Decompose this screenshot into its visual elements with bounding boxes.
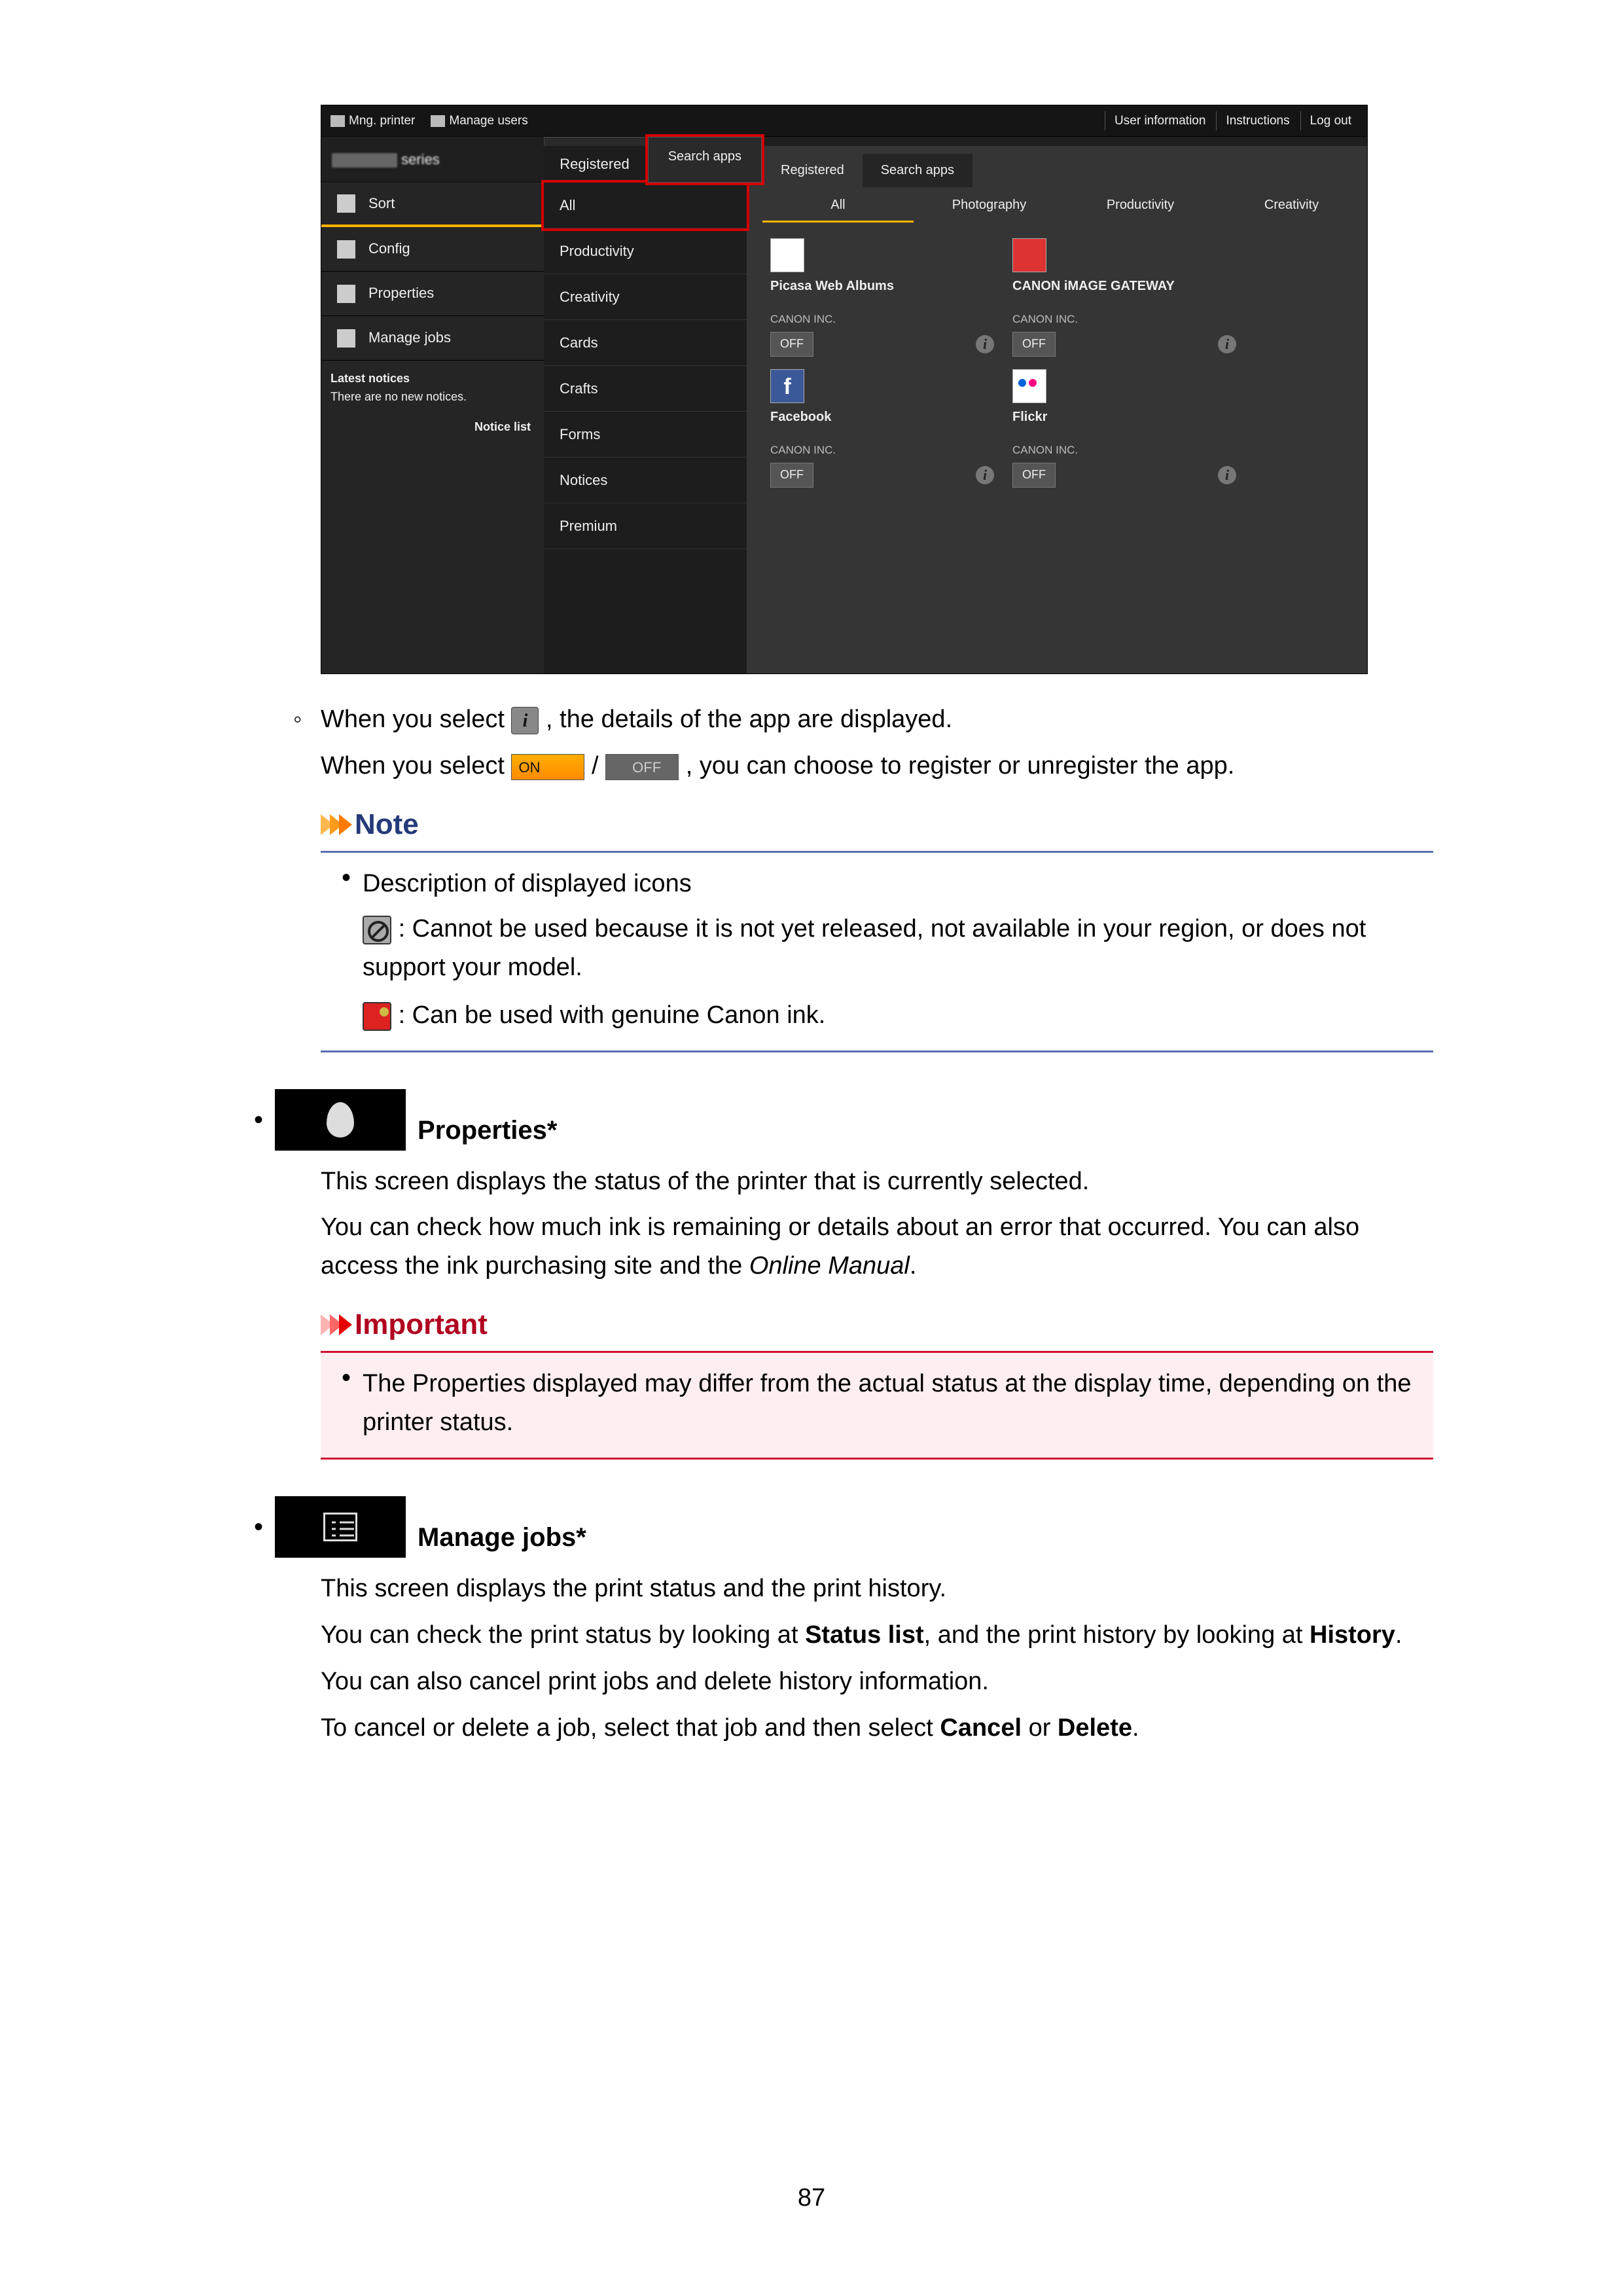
- sidebar: Sort Config Properties Manage jobs Lates…: [321, 183, 544, 673]
- on-toggle-icon: ON: [511, 754, 584, 780]
- app-name: Picasa Web Albums: [770, 272, 994, 299]
- info-icon[interactable]: i: [976, 466, 994, 484]
- rcat-photography[interactable]: Photography: [914, 190, 1065, 223]
- app-name: Facebook: [770, 403, 994, 430]
- mng-printer-link[interactable]: Mng. printer: [330, 111, 415, 130]
- app-vendor: CANON INC.: [770, 430, 994, 459]
- logout-link[interactable]: Log out: [1300, 111, 1361, 130]
- no-notices-text: There are no new notices.: [330, 388, 531, 406]
- canon-ink-icon: [363, 1002, 391, 1031]
- rtab-search-apps[interactable]: Search apps: [863, 154, 972, 187]
- app-vendor: CANON INC.: [770, 299, 994, 328]
- app-card: Flickr CANON INC. OFF i: [1003, 363, 1245, 493]
- info-icon[interactable]: i: [1218, 466, 1236, 484]
- list-icon: [337, 329, 355, 348]
- app-thumb: [1012, 238, 1046, 272]
- sidebar-config[interactable]: Config: [321, 227, 544, 272]
- prop-p1: This screen displays the status of the p…: [321, 1162, 1433, 1201]
- category-column: Registered All Productivity Creativity C…: [544, 146, 747, 673]
- sidebar-properties[interactable]: Properties: [321, 272, 544, 316]
- printer-series: series: [321, 137, 544, 183]
- sort-icon: [337, 194, 355, 213]
- sidebar-manage-jobs[interactable]: Manage jobs: [321, 316, 544, 361]
- app-vendor: CANON INC.: [1012, 299, 1236, 328]
- info-icon: i: [511, 707, 539, 734]
- note-header: Note: [321, 802, 1433, 847]
- note-p1: : Cannot be used because it is not yet r…: [363, 915, 1366, 981]
- config-icon: [337, 240, 355, 259]
- toggle-off-button[interactable]: OFF: [1012, 463, 1056, 488]
- off-toggle-icon: OFF: [605, 754, 679, 780]
- notice-list-link[interactable]: Notice list: [330, 406, 531, 437]
- midtab-registered[interactable]: Registered: [544, 146, 645, 183]
- toggle-off-button[interactable]: OFF: [770, 463, 813, 488]
- note-li: Description of displayed icons: [363, 870, 692, 897]
- users-icon: [431, 115, 445, 127]
- toggle-off-button[interactable]: OFF: [1012, 332, 1056, 357]
- printer-icon: [330, 115, 345, 127]
- ink-drop-icon: [327, 1102, 354, 1138]
- rcat-creativity[interactable]: Creativity: [1216, 190, 1367, 223]
- app-thumb: [770, 238, 804, 272]
- tab-search-apps[interactable]: Search apps: [648, 137, 762, 183]
- rtab-registered[interactable]: Registered: [762, 154, 863, 187]
- category-cards[interactable]: Cards: [544, 320, 747, 366]
- manage-jobs-header: Manage jobs*: [281, 1496, 1433, 1558]
- info-icon[interactable]: i: [976, 335, 994, 353]
- app-name: Flickr: [1012, 403, 1236, 430]
- category-creativity[interactable]: Creativity: [544, 274, 747, 320]
- prohibit-icon: [363, 916, 391, 944]
- category-premium[interactable]: Premium: [544, 503, 747, 549]
- sidebar-sort[interactable]: Sort: [321, 183, 544, 227]
- app-name: CANON iMAGE GATEWAY: [1012, 272, 1236, 299]
- apps-panel: Registered Search apps All Photography P…: [747, 146, 1367, 673]
- note-p2: : Can be used with genuine Canon ink.: [399, 1001, 826, 1029]
- info-icon[interactable]: i: [1218, 335, 1236, 353]
- properties-header: Properties*: [281, 1089, 1433, 1151]
- app-vendor: CANON INC.: [1012, 430, 1236, 459]
- category-forms[interactable]: Forms: [544, 412, 747, 457]
- important-box: The Properties displayed may differ from…: [321, 1351, 1433, 1460]
- important-li: The Properties displayed may differ from…: [363, 1365, 1425, 1442]
- category-notices[interactable]: Notices: [544, 457, 747, 503]
- category-all[interactable]: All: [544, 183, 747, 228]
- app-card: CANON iMAGE GATEWAY CANON INC. OFF i: [1003, 232, 1245, 363]
- page-number: 87: [0, 2179, 1623, 2217]
- mj-p1: This screen displays the print status an…: [321, 1570, 1433, 1608]
- toggle-off-button[interactable]: OFF: [770, 332, 813, 357]
- body-line-info: When you select i , the details of the a…: [321, 700, 1433, 739]
- checklist-icon: [323, 1513, 357, 1541]
- category-productivity[interactable]: Productivity: [544, 228, 747, 274]
- category-crafts[interactable]: Crafts: [544, 366, 747, 412]
- app-thumb: [1012, 369, 1046, 403]
- ink-drop-icon: [337, 285, 355, 303]
- user-information-link[interactable]: User information: [1105, 111, 1215, 130]
- app-card: Picasa Web Albums CANON INC. OFF i: [761, 232, 1003, 363]
- app-thumb: f: [770, 369, 804, 403]
- manage-users-link[interactable]: Manage users: [431, 111, 527, 130]
- important-header: Important: [321, 1302, 1433, 1347]
- rcat-productivity[interactable]: Productivity: [1065, 190, 1216, 223]
- prop-p2: You can check how much ink is remaining …: [321, 1208, 1433, 1285]
- body-line-toggle: When you select ON / OFF , you can choos…: [321, 747, 1433, 785]
- instructions-link[interactable]: Instructions: [1216, 111, 1298, 130]
- latest-notices-header: Latest notices: [330, 370, 531, 388]
- rcat-all[interactable]: All: [762, 190, 914, 223]
- top-bar: Mng. printer Manage users User informati…: [321, 105, 1367, 137]
- mj-p2: You can check the print status by lookin…: [321, 1616, 1433, 1655]
- app-card: f Facebook CANON INC. OFF i: [761, 363, 1003, 493]
- app-management-screenshot: Mng. printer Manage users User informati…: [321, 105, 1368, 674]
- note-box: Description of displayed icons : Cannot …: [321, 851, 1433, 1052]
- mj-p4: To cancel or delete a job, select that j…: [321, 1709, 1433, 1748]
- mj-p3: You can also cancel print jobs and delet…: [321, 1662, 1433, 1701]
